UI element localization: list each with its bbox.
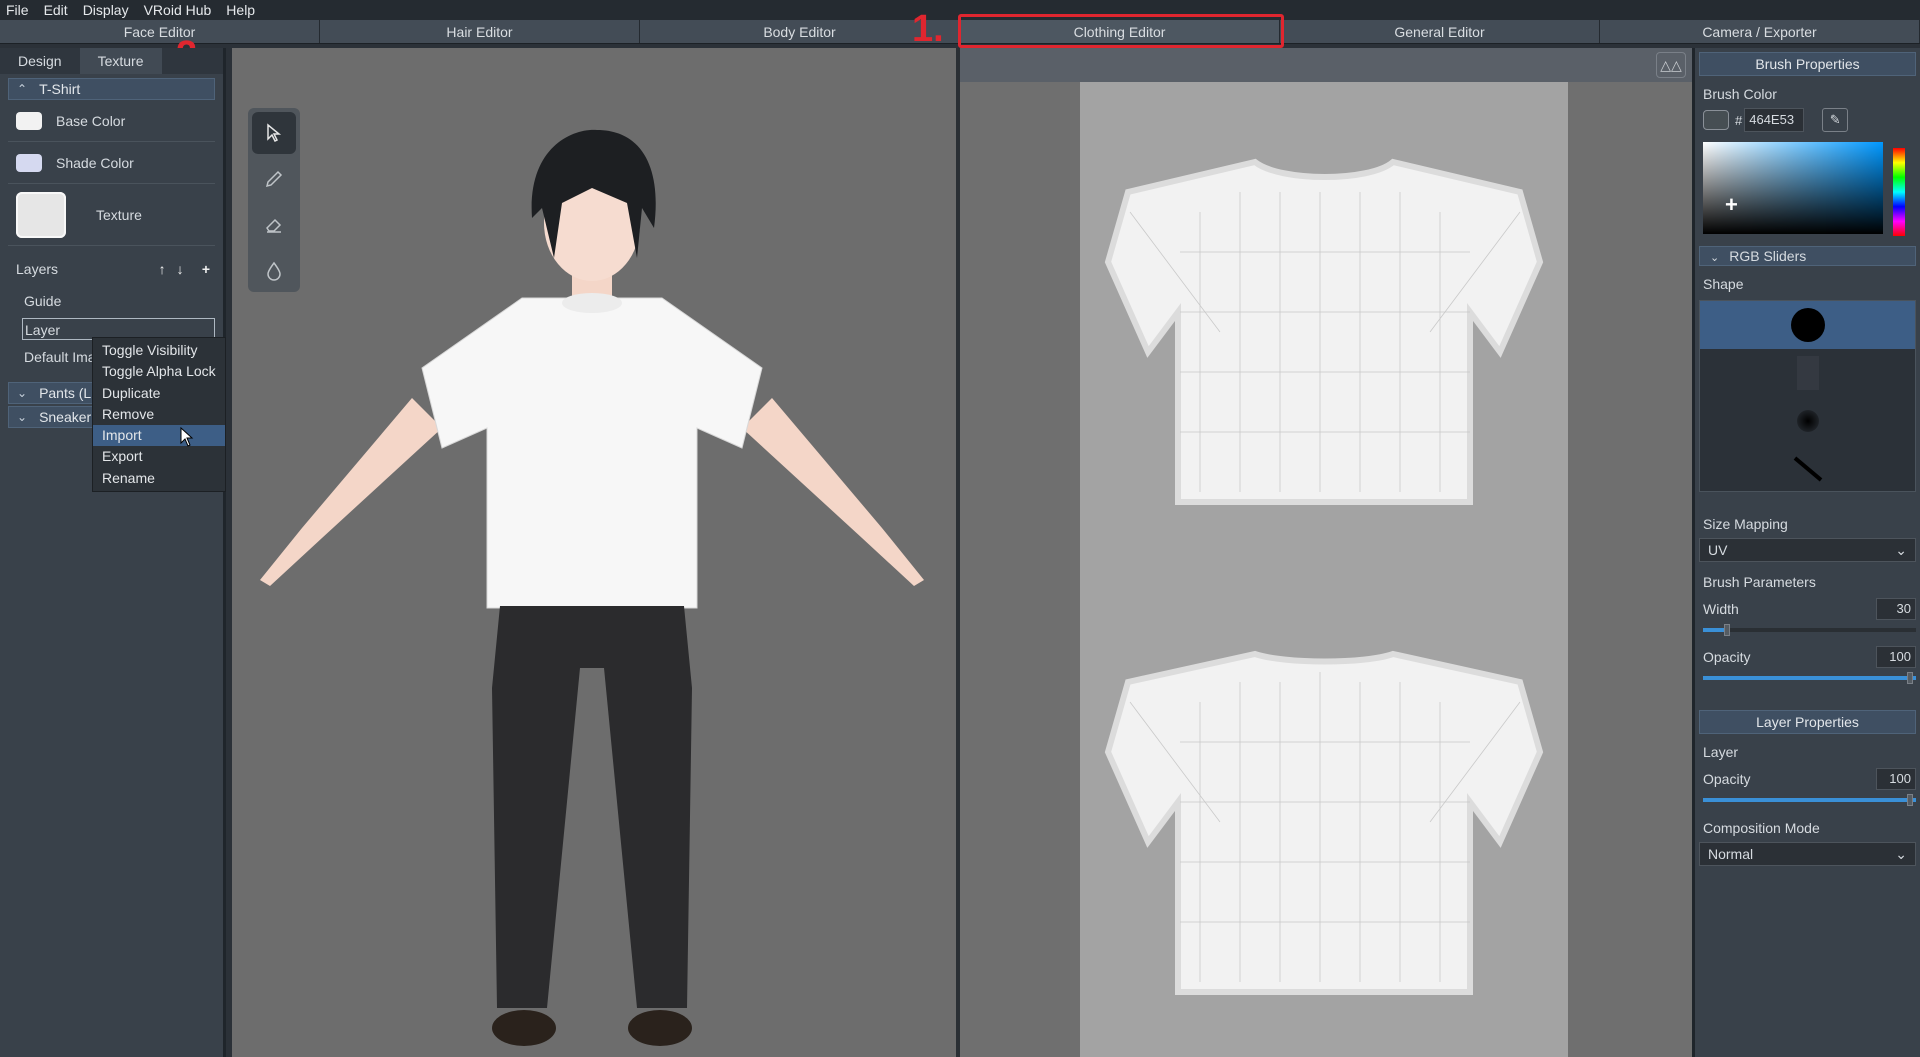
composition-mode-label: Composition Mode [1703, 820, 1820, 836]
tab-general-editor[interactable]: General Editor [1280, 20, 1600, 43]
brush-parameters-label: Brush Parameters [1703, 574, 1816, 590]
width-label: Width [1703, 601, 1739, 617]
shade-color-label: Shade Color [56, 154, 134, 171]
menu-display[interactable]: Display [83, 2, 129, 18]
opacity-input[interactable]: 100 [1876, 646, 1916, 668]
brush-shape-line[interactable] [1700, 445, 1915, 493]
hex-input[interactable]: 464E53 [1744, 108, 1805, 132]
texture-row[interactable]: Texture [8, 184, 215, 246]
rgb-sliders-section[interactable]: ⌄ RGB Sliders [1699, 246, 1916, 266]
brush-shape-soft-rect[interactable] [1700, 349, 1915, 397]
brush-color-row: # 464E53 ✎ [1703, 108, 1920, 132]
layers-label: Layers [16, 261, 59, 277]
left-panel: Design Texture ⌃ T-Shirt Base Color Shad… [0, 48, 226, 1057]
composition-mode-select[interactable]: Normal ⌄ [1699, 842, 1916, 866]
section-pants-label: Pants (L [39, 385, 92, 401]
opacity-label: Opacity [1703, 649, 1751, 665]
hex-prefix: # [1735, 112, 1743, 128]
mouse-cursor-icon [180, 427, 194, 447]
layer-context-menu: Toggle Visibility Toggle Alpha Lock Dupl… [92, 337, 226, 493]
menu-help[interactable]: Help [226, 2, 255, 18]
uv-texture-view[interactable] [960, 82, 1692, 1057]
brush-shape-hard-round[interactable] [1700, 301, 1915, 349]
menu-item-duplicate[interactable]: Duplicate [93, 383, 225, 404]
chevron-down-icon: ⌄ [1710, 252, 1720, 264]
layer-opacity-label: Opacity [1703, 771, 1751, 787]
chevron-down-icon: ⌄ [17, 410, 28, 424]
layers-header: Layers ↑ ↓ + [16, 258, 215, 280]
layer-item-guide[interactable]: Guide [24, 290, 215, 312]
hue-slider[interactable] [1893, 148, 1905, 236]
menu-vroid-hub[interactable]: VRoid Hub [144, 2, 212, 18]
menu-item-rename[interactable]: Rename [93, 468, 225, 489]
size-mapping-label: Size Mapping [1703, 516, 1788, 532]
tab-camera-exporter[interactable]: Camera / Exporter [1600, 20, 1920, 43]
subtab-design[interactable]: Design [0, 48, 80, 74]
highlight-clothing-editor [958, 14, 1284, 48]
base-color-label: Base Color [56, 112, 126, 129]
section-tshirt[interactable]: ⌃ T-Shirt [8, 78, 215, 100]
shade-color-row[interactable]: Shade Color [8, 142, 215, 184]
layer-buttons: ↑ ↓ + [153, 260, 215, 278]
menu-item-export[interactable]: Export [93, 446, 225, 467]
uv-view-toolbar: △△ [960, 48, 1692, 82]
shape-label: Shape [1703, 276, 1744, 292]
tab-hair-editor[interactable]: Hair Editor [320, 20, 640, 43]
menu-item-toggle-visibility[interactable]: Toggle Visibility [93, 340, 225, 361]
chevron-up-icon: ⌃ [17, 82, 28, 96]
menu-file[interactable]: File [6, 2, 29, 18]
shade-color-swatch[interactable] [16, 153, 42, 172]
move-down-icon[interactable]: ↓ [171, 260, 189, 278]
viewport-3d[interactable] [232, 48, 958, 1057]
move-up-icon[interactable]: ↑ [153, 260, 171, 278]
chevron-down-icon: ⌄ [1895, 846, 1907, 862]
base-color-swatch[interactable] [16, 111, 42, 130]
add-layer-icon[interactable]: + [197, 260, 215, 278]
texture-canvas[interactable] [1080, 82, 1568, 1057]
rgb-sliders-label: RGB Sliders [1729, 248, 1807, 264]
right-panel: Brush Properties Brush Color # 464E53 ✎ … [1692, 48, 1920, 1057]
avatar-model [260, 129, 924, 1046]
base-color-row[interactable]: Base Color [8, 100, 215, 142]
mirror-icon[interactable]: △△ [1656, 52, 1686, 78]
layer-opacity-row: Opacity 100 [1703, 768, 1916, 790]
texture-label: Texture [96, 206, 142, 223]
brush-shape-soft-round[interactable] [1700, 397, 1915, 445]
layer-opacity-input[interactable]: 100 [1876, 768, 1916, 790]
menu-item-import[interactable]: Import [93, 425, 225, 447]
subtab-texture[interactable]: Texture [79, 48, 162, 74]
brush-color-swatch[interactable] [1703, 110, 1729, 130]
menu-item-remove[interactable]: Remove [93, 404, 225, 425]
brush-shape-list [1699, 300, 1916, 492]
layer-label: Layer [1703, 744, 1739, 760]
menu-item-toggle-alpha-lock[interactable]: Toggle Alpha Lock [93, 361, 225, 382]
opacity-slider[interactable] [1703, 672, 1916, 684]
width-row: Width 30 [1703, 598, 1916, 620]
tshirt-front-uv [1104, 158, 1544, 505]
brush-properties-header: Brush Properties [1699, 52, 1916, 76]
size-mapping-value: UV [1708, 542, 1728, 558]
width-slider[interactable] [1703, 624, 1916, 636]
picker-crosshair-icon: + [1725, 192, 1738, 217]
chevron-down-icon: ⌄ [17, 386, 28, 400]
section-tshirt-label: T-Shirt [39, 81, 81, 97]
layer-properties-header: Layer Properties [1699, 710, 1916, 734]
brush-color-label: Brush Color [1703, 86, 1777, 102]
chevron-down-icon: ⌄ [1895, 542, 1907, 558]
tshirt-back-uv [1104, 650, 1544, 995]
composition-mode-value: Normal [1708, 846, 1754, 862]
opacity-row: Opacity 100 [1703, 646, 1916, 668]
annotation-1: 1. [912, 8, 944, 50]
texture-thumbnail[interactable] [16, 191, 66, 238]
layer-opacity-slider[interactable] [1703, 794, 1916, 806]
eyedropper-icon[interactable]: ✎ [1822, 108, 1849, 132]
size-mapping-select[interactable]: UV ⌄ [1699, 538, 1916, 562]
section-sneakers-label: Sneaker [39, 409, 92, 425]
color-picker-area[interactable]: + [1703, 142, 1883, 234]
sub-tabs: Design Texture [0, 48, 223, 74]
width-input[interactable]: 30 [1876, 598, 1916, 620]
menu-edit[interactable]: Edit [44, 2, 68, 18]
tab-face-editor[interactable]: Face Editor [0, 20, 320, 43]
